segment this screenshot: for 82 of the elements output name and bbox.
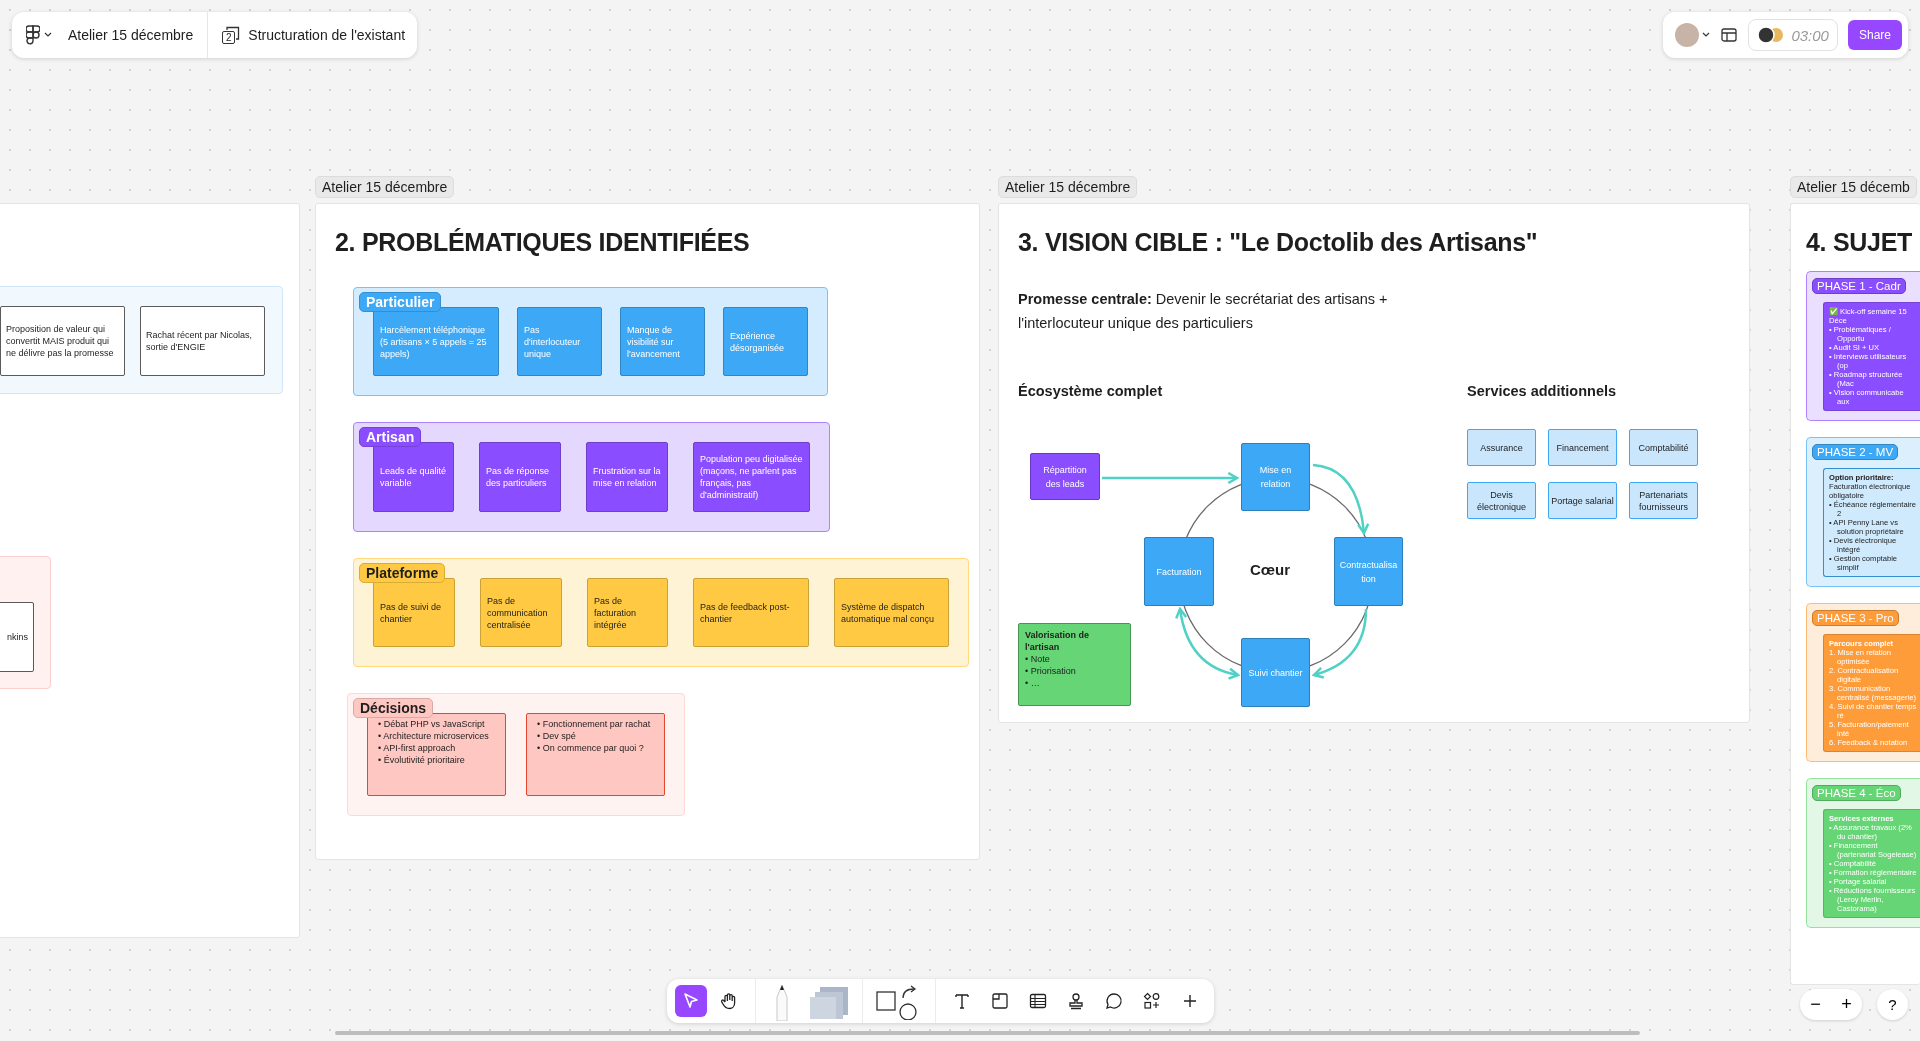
list-item: • Débat PHP vs JavaScript — [378, 718, 486, 730]
chevron-down-icon — [1702, 32, 1711, 38]
list-item: • … — [1025, 677, 1041, 689]
list-item: • Fonctionnement par rachat — [537, 718, 652, 730]
list-item: • Priorisation — [1025, 665, 1077, 677]
diagram-node: Facturation — [1144, 537, 1214, 606]
timer-time: 03:00 — [1791, 26, 1829, 44]
diagram-center-label: Cœur — [1250, 561, 1290, 578]
sticky-note: Leads de qualité variable — [373, 442, 454, 512]
comment-icon — [1104, 991, 1124, 1011]
diagram-node: Répartition des leads — [1030, 453, 1100, 500]
phase-label: PHASE 2 - MV — [1812, 444, 1899, 460]
group-label: Particulier — [359, 292, 442, 312]
diagram-node: Suivi chantier — [1241, 638, 1310, 707]
sticky-note: nkins — [0, 602, 34, 672]
service-card: Devis électronique — [1467, 482, 1536, 519]
curved-arrow — [1312, 608, 1368, 679]
group-label: Artisan — [359, 427, 422, 447]
sticky-note: Rachat récent par Nicolas, sortie d'ENGIE — [140, 306, 265, 376]
logo-icon — [26, 25, 40, 45]
frame-title: 2. PROBLÉMATIQUES IDENTIFIÉES — [335, 228, 751, 257]
file-name[interactable]: Atelier 15 décembre — [68, 27, 194, 43]
group-label: Plateforme — [359, 563, 446, 583]
chevron-down-icon — [44, 32, 52, 38]
service-card: Assurance — [1467, 429, 1536, 466]
layout-button[interactable] — [1720, 26, 1739, 44]
section-heading: Services additionnels — [1467, 383, 1618, 399]
avatar — [1675, 23, 1700, 47]
select-tool-button[interactable] — [675, 985, 707, 1017]
sticky-note: Expérience désorganisée — [723, 307, 808, 376]
share-button[interactable]: Share — [1847, 20, 1902, 50]
zoom-in-button[interactable]: + — [1831, 989, 1862, 1020]
service-card: Portage salarial — [1548, 482, 1617, 519]
sticky-note: Pas de feedback post-chantier — [693, 578, 809, 647]
frame-title: 3. VISION CIBLE : "Le Doctolib des Artisans" — [1018, 228, 1539, 257]
list-item: • Architecture microservices — [378, 730, 490, 742]
section-heading: Écosystème complet — [1018, 383, 1164, 399]
help-button[interactable]: ? — [1877, 989, 1908, 1020]
zoom-out-button[interactable]: − — [1800, 989, 1831, 1020]
note-title: Valorisation de l'artisan — [1025, 629, 1091, 653]
list-item: • Évolutivité prioritaire — [378, 754, 466, 766]
list-item: • API-first approach — [378, 742, 457, 754]
sticky-note: Pas de communication centralisée — [480, 578, 562, 647]
phase-label: PHASE 4 - Éco — [1812, 785, 1901, 801]
sticky-note: Pas d'interlocuteur unique — [517, 307, 602, 376]
frame-label[interactable]: Atelier 15 décemb — [1790, 176, 1917, 198]
sticky-note: Manque de visibilité sur l'avancement — [620, 307, 705, 376]
sticky-note: Pas de réponse des particuliers — [479, 442, 561, 512]
widgets-icon — [1142, 991, 1162, 1011]
phase-label: PHASE 3 - Pro — [1812, 610, 1899, 626]
frame-label[interactable]: Atelier 15 décembre — [315, 176, 455, 198]
section-icon — [990, 991, 1010, 1011]
curved-arrow — [1312, 463, 1370, 535]
promise-text: Promesse centrale: Devenir le secrétariat des artisans + l'interlocuteur unique des particuliers — [1018, 290, 1389, 333]
service-card: Financement — [1548, 429, 1617, 466]
frame-title: 4. SUJET — [1806, 228, 1913, 257]
avatars-icon — [1757, 25, 1786, 45]
stamp-icon — [1066, 991, 1086, 1011]
diagram-node: Mise en relation — [1241, 443, 1310, 511]
layout-icon — [1720, 26, 1739, 44]
page-name[interactable]: Structuration de l'existant — [248, 27, 406, 43]
text-icon — [952, 991, 972, 1011]
list-item: • On commence par quoi ? — [537, 742, 645, 754]
phase-label: PHASE 1 - Cadr — [1812, 278, 1906, 294]
page-number: 2 — [222, 31, 236, 44]
group-label: Décisions — [353, 698, 434, 718]
diagram-node: Contractualisation — [1334, 537, 1403, 606]
sticky-note: Pas de facturation intégrée — [587, 578, 668, 647]
list-item: • Note — [1025, 653, 1051, 665]
table-icon — [1028, 991, 1048, 1011]
sticky-note: Proposition de valeur qui convertit MAIS produit qui ne délivre pas la promesse — [0, 306, 125, 376]
horizontal-scrollbar[interactable] — [335, 1031, 1640, 1035]
sticky-note: Harcèlement téléphonique (5 artisans × 5 appels = 25 appels) — [373, 307, 499, 376]
sticky-note: Pas de suivi de chantier — [373, 578, 455, 647]
service-card: Comptabilité — [1629, 429, 1698, 466]
service-card: Partenariats fournisseurs — [1629, 482, 1698, 519]
cursor-icon — [681, 991, 701, 1011]
frame-label[interactable]: Atelier 15 décembre — [998, 176, 1138, 198]
sticky-note: Système de dispatch automatique mal conçu — [834, 578, 949, 647]
list-item: • Dev spé — [537, 730, 577, 742]
sticky-note: Frustration sur la mise en relation — [586, 442, 668, 512]
sticky-note: Population peu digitalisée (maçons, ne parlent pas français, pas d'administratif) — [693, 442, 810, 512]
